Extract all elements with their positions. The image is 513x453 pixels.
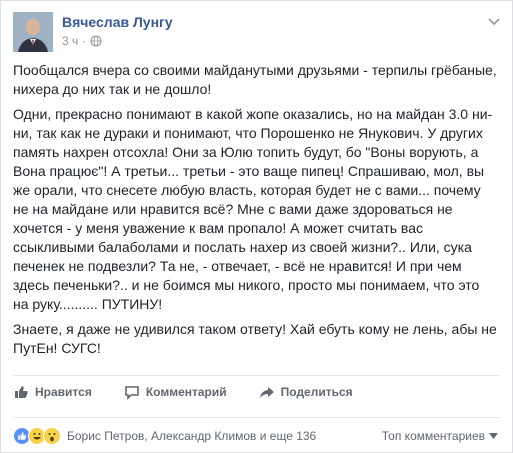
thumbs-up-icon xyxy=(15,386,28,398)
comment-label: Комментарий xyxy=(145,385,227,399)
reactions-footer: Борис Петров, Александр Климов и еще 136… xyxy=(13,427,498,445)
divider xyxy=(13,417,500,418)
divider xyxy=(13,375,500,376)
author-name[interactable]: Вячеслав Лунгу xyxy=(62,14,173,30)
like-label: Нравится xyxy=(35,385,92,399)
caret-down-icon xyxy=(489,433,498,439)
post-text: Пообщался вчера со своими майданутыми др… xyxy=(13,61,498,364)
action-bar: Нравится Комментарий Поделиться xyxy=(13,384,498,400)
globe-icon xyxy=(90,35,102,47)
comment-icon xyxy=(125,386,139,400)
post-paragraph-2: Одни, прекрасно понимают в какой жопе ок… xyxy=(13,106,493,312)
post-time[interactable]: 3 ч xyxy=(62,34,78,48)
share-label: Поделиться xyxy=(280,385,353,399)
reaction-icons[interactable] xyxy=(13,427,61,445)
share-arrow-icon xyxy=(259,387,274,398)
dot-separator: · xyxy=(82,34,87,48)
post-paragraph-3: Знаете, я даже не удивился таком ответу!… xyxy=(13,321,501,356)
top-comments-dropdown[interactable]: Топ комментариев xyxy=(382,429,498,443)
post-options-chevron-icon[interactable] xyxy=(488,13,500,31)
author-avatar[interactable] xyxy=(13,12,53,52)
reactors-text[interactable]: Борис Петров, Александр Климов и еще 136 xyxy=(67,429,316,443)
post-meta: 3 ч · xyxy=(62,34,102,48)
share-button[interactable]: Поделиться xyxy=(259,384,353,400)
wow-reaction-icon xyxy=(43,427,61,445)
like-button[interactable]: Нравится xyxy=(13,384,92,400)
post-card: Вячеслав Лунгу 3 ч · Пообщался вчера со … xyxy=(0,0,513,453)
post-paragraph-1: Пообщался вчера со своими майданутыми др… xyxy=(13,62,501,97)
avatar-photo-icon xyxy=(13,12,53,52)
comment-button[interactable]: Комментарий xyxy=(124,384,227,400)
top-comments-label: Топ комментариев xyxy=(381,429,485,443)
